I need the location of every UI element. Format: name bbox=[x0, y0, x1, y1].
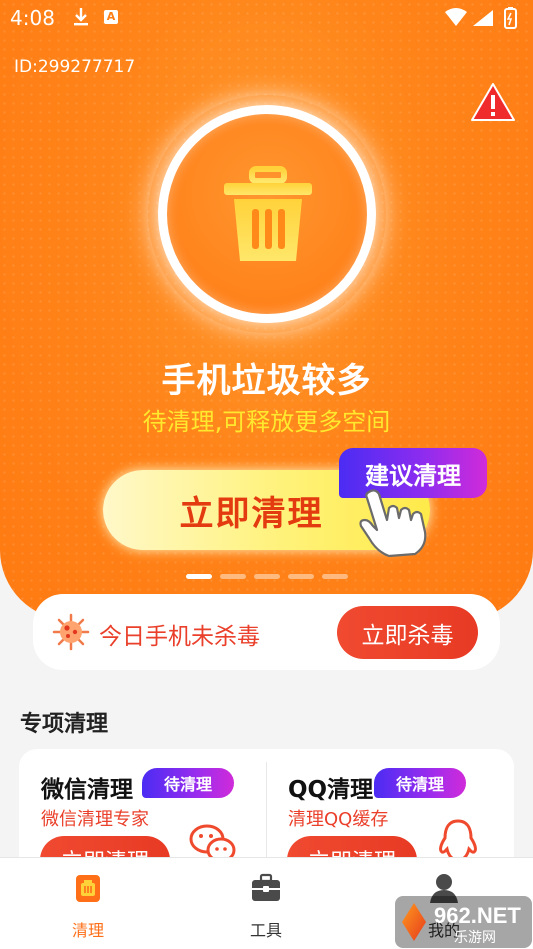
signal-battery-icons bbox=[445, 7, 517, 29]
toolbox-icon bbox=[252, 873, 280, 901]
watermark-brand: 962.NET bbox=[434, 903, 521, 928]
pointing-hand-icon bbox=[359, 489, 427, 558]
card-divider bbox=[266, 762, 267, 872]
special-clean-title: 专项清理 bbox=[20, 712, 109, 737]
carousel-dot[interactable] bbox=[186, 574, 212, 579]
carousel-dot[interactable] bbox=[220, 574, 246, 579]
wechat-card-title: 微信清理 bbox=[41, 777, 133, 803]
carousel-dot[interactable] bbox=[288, 574, 314, 579]
junk-headline: 手机垃圾较多 bbox=[161, 361, 372, 401]
warning-icon[interactable] bbox=[470, 82, 516, 122]
tab-tools-label: 工具 bbox=[249, 921, 282, 940]
qq-pending-badge: 待清理 bbox=[374, 768, 466, 798]
wechat-card-subtitle: 微信清理专家 bbox=[41, 809, 149, 830]
antivirus-now-button[interactable]: 立即杀毒 bbox=[337, 606, 478, 659]
user-id: ID:299277717 bbox=[14, 57, 136, 77]
qq-card-subtitle: 清理QQ缓存 bbox=[288, 809, 389, 830]
carousel-dot[interactable] bbox=[322, 574, 348, 579]
watermark-subtitle: 乐游网 bbox=[454, 930, 496, 946]
status-time: 4:08 bbox=[10, 6, 55, 30]
carousel-indicator bbox=[186, 574, 356, 579]
junk-subline: 待清理,可释放更多空间 bbox=[142, 408, 391, 436]
site-watermark: 962.NET 乐游网 bbox=[395, 896, 532, 948]
tab-clean[interactable]: 清理 bbox=[28, 858, 148, 949]
carousel-dot[interactable] bbox=[254, 574, 280, 579]
tab-clean-label: 清理 bbox=[71, 921, 104, 940]
download-icon bbox=[74, 8, 88, 26]
clean-icon bbox=[76, 875, 100, 902]
tab-tools[interactable]: 工具 bbox=[206, 858, 326, 949]
qq-card-title: QQ清理 bbox=[288, 777, 374, 803]
trash-icon bbox=[224, 166, 312, 261]
antivirus-status-text: 今日手机未杀毒 bbox=[99, 624, 260, 650]
accessibility-notification-icon: A bbox=[104, 10, 118, 24]
status-bar: 4:08 A bbox=[0, 0, 533, 36]
virus-icon bbox=[52, 613, 90, 651]
wechat-pending-badge: 待清理 bbox=[142, 768, 234, 798]
